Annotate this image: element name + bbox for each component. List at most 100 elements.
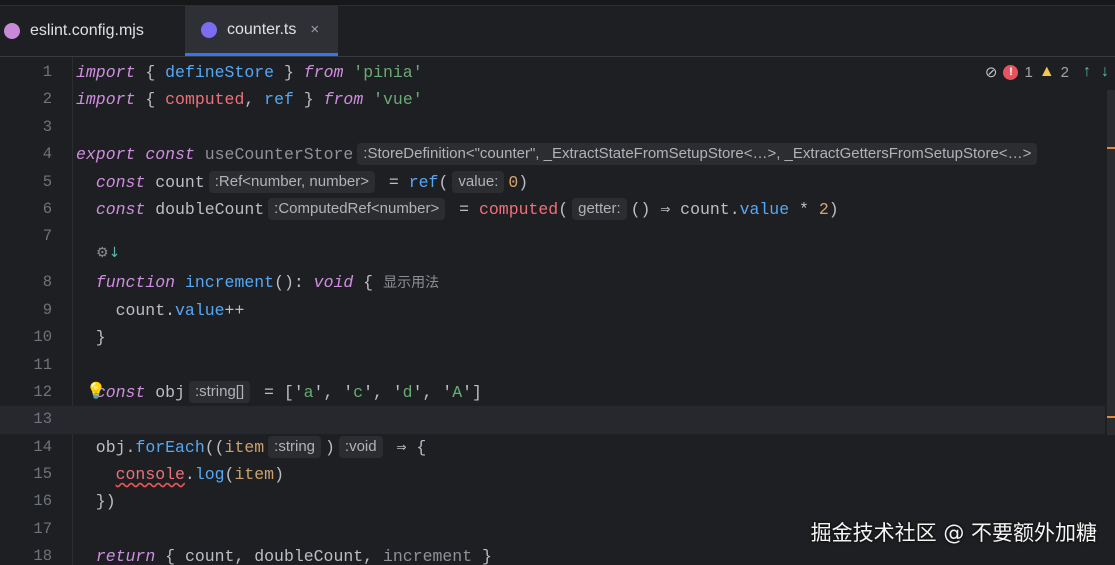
code-token: } [274,63,304,82]
ai-icon[interactable]: ⚙ [96,245,109,261]
code-token: from [303,63,344,82]
code-line[interactable]: 4 export const useCounterStore:StoreDefin… [0,141,1105,168]
code-token: ) [274,465,284,485]
code-token: ', ' [412,382,453,402]
line-number[interactable]: 15 [0,461,52,488]
warning-count[interactable]: 2 [1061,64,1069,81]
code-line[interactable]: 10 } [0,324,1105,351]
code-token: function [95,273,176,293]
code-token: computed [478,199,559,219]
inlay-hint[interactable]: :ComputedRef<number> [268,197,446,220]
line-number[interactable]: 6 [0,196,52,223]
code-line[interactable]: 15 console.log(item) [0,461,1105,488]
code-line[interactable]: 13 [0,406,1105,434]
code-token: 'pinia' [353,63,423,82]
line-number[interactable]: 16 [0,488,52,515]
warning-stripe[interactable] [1107,147,1115,149]
code-token: = [' [254,382,304,402]
tab-label: counter.ts [227,20,297,38]
code-token: void [313,273,354,293]
code-token: item [234,465,275,485]
line-number[interactable]: 12 [0,379,52,406]
error-count[interactable]: 1 [1024,64,1032,81]
inlay-hint[interactable]: value: [452,170,505,193]
code-token: ⇒ { [386,437,427,457]
line-number[interactable]: 7 [0,223,52,250]
line-number[interactable]: 14 [0,434,52,461]
code-line[interactable]: 16 }) [0,488,1105,515]
line-number[interactable]: 17 [0,516,52,543]
arrow-down-icon[interactable]: ↓ [109,245,121,261]
inlay-hint[interactable]: :StoreDefinition<"counter", _ExtractStat… [357,143,1038,166]
line-number[interactable]: 10 [0,324,52,351]
reader-mode-eye-off-icon[interactable]: ⊘ [985,63,998,81]
code-text: return { count, doubleCount, increment } [76,543,492,565]
tab-label: eslint.config.mjs [30,22,144,39]
code-line[interactable]: 6 const doubleCount:ComputedRef<number> … [0,196,1105,223]
code-text: export const useCounterStore:StoreDefini… [76,141,1041,168]
code-token: obj. [76,437,136,457]
code-token: ref [264,90,294,110]
code-line[interactable]: 12 const obj:string[] = ['a', 'c', 'd', … [0,379,1105,406]
previous-problem-arrow-up-icon[interactable]: ↑ [1083,63,1091,81]
warning-stripe[interactable] [1107,416,1115,418]
code-token: ( [558,199,569,219]
code-token: '] [462,382,482,402]
code-token: 2 [818,199,829,219]
line-number[interactable]: 13 [0,406,52,433]
code-line[interactable]: 11 [0,352,1105,379]
line-number[interactable]: 5 [0,169,52,196]
lightbulb-icon[interactable]: 💡 [86,381,106,401]
line-number[interactable]: 3 [0,114,52,141]
code-line[interactable]: 1 import { defineStore } from 'pinia' [0,59,1105,86]
code-line[interactable]: 8 function increment(): void {显示用法 [0,269,1105,296]
code-line[interactable]: 14 obj.forEach((item:string):void ⇒ { [0,434,1105,461]
code-token: ref [408,172,439,192]
inlay-hint[interactable]: :Ref<number, number> [208,170,376,193]
tab-eslint-config[interactable]: eslint.config.mjs [4,6,184,56]
usages-hint[interactable]: 显示用法 [383,275,439,291]
code-vision-icons[interactable]: ⚙↓ [96,245,120,261]
code-line[interactable]: 3 [0,114,1105,141]
code-token: (): [274,273,314,293]
code-token: } [293,90,324,110]
code-token: ) [518,172,529,192]
code-line[interactable]: 9 count.value++ [0,297,1105,324]
code-token: 'vue' [373,90,423,110]
line-number[interactable]: 9 [0,297,52,324]
inlay-hint[interactable]: :string [268,435,322,458]
warning-icon[interactable]: ▲ [1039,63,1055,81]
code-token: d [402,382,413,402]
code-line[interactable]: 2 import { computed, ref } from 'vue' [0,86,1105,113]
code-token: export [76,145,136,165]
code-text: import { defineStore } from 'pinia' [76,59,423,86]
code-text: import { computed, ref } from 'vue' [76,86,423,113]
vertical-scrollbar[interactable] [1107,90,1115,435]
close-icon[interactable]: × [310,21,319,38]
line-number[interactable]: 4 [0,141,52,168]
code-token: forEach [135,437,205,457]
code-token: count [145,172,205,192]
code-editor[interactable]: 1 import { defineStore } from 'pinia' 2 imp… [0,59,1105,565]
line-number[interactable]: 11 [0,352,52,379]
next-problem-arrow-down-icon[interactable]: ↓ [1101,63,1109,81]
code-token: , [244,90,265,110]
line-number[interactable]: 18 [0,543,52,565]
code-text: const doubleCount:ComputedRef<number> = … [76,196,839,223]
code-text: }) [76,488,116,515]
code-text: const obj:string[] = ['a', 'c', 'd', 'A'… [76,379,482,406]
tab-counter-ts[interactable]: counter.ts × [185,6,338,56]
code-token: import [76,63,136,82]
code-line[interactable]: 7 [0,223,1105,250]
code-token: increment [184,273,275,293]
inlay-hint[interactable]: :void [338,435,383,458]
error-icon[interactable]: ! [1003,64,1019,80]
line-number[interactable]: 8 [0,269,52,296]
code-token: a [303,382,314,402]
inlay-hint[interactable]: getter: [572,197,627,220]
line-number[interactable]: 1 [0,59,52,86]
inlay-hint[interactable]: :string[] [188,380,251,403]
line-number[interactable]: 2 [0,86,52,113]
code-line[interactable]: 5 const count:Ref<number, number> = ref(… [0,169,1105,196]
